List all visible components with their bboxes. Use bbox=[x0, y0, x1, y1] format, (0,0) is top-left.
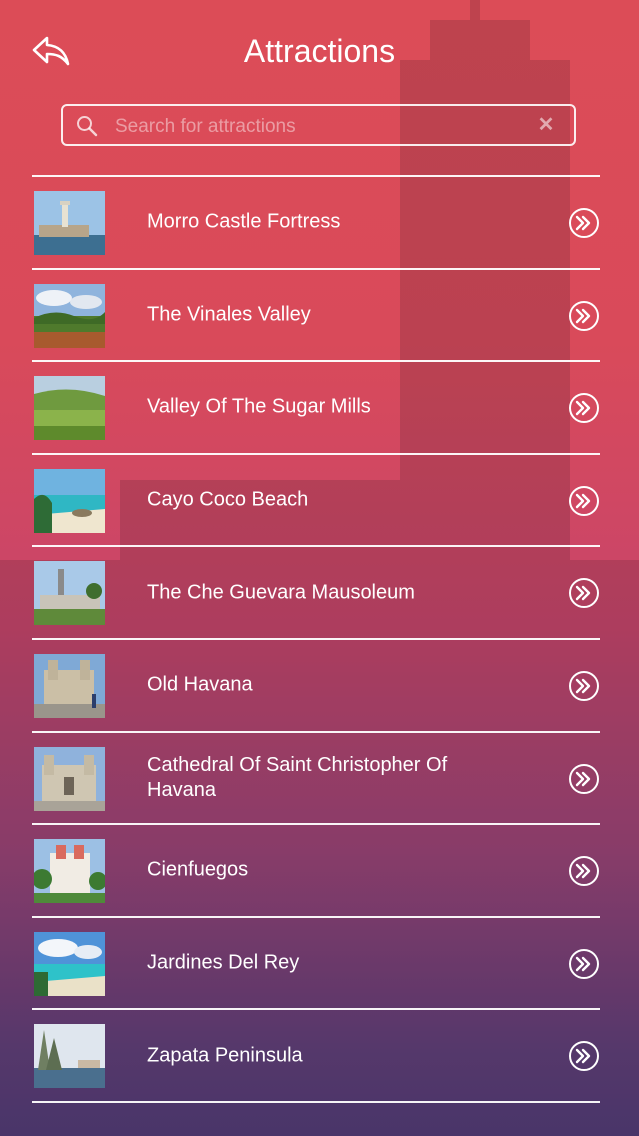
chevron-double-right-icon[interactable] bbox=[568, 670, 600, 702]
attraction-thumbnail bbox=[34, 746, 105, 811]
list-item[interactable]: Cathedral Of Saint Christopher Of Havana bbox=[32, 733, 600, 826]
chevron-double-right-icon[interactable] bbox=[568, 855, 600, 887]
chevron-double-right-icon[interactable] bbox=[568, 763, 600, 795]
page-title: Attractions bbox=[243, 33, 396, 69]
search-icon bbox=[77, 116, 98, 137]
attraction-name: Old Havana bbox=[147, 673, 253, 696]
list-item[interactable]: Jardines Del Rey bbox=[32, 918, 600, 1011]
attractions-screen: Attractions ✕ Morro Castle Fortress bbox=[0, 0, 639, 1136]
attraction-thumbnail bbox=[34, 191, 105, 255]
attraction-name: Morro Castle Fortress bbox=[147, 210, 341, 233]
clear-icon[interactable]: ✕ bbox=[536, 115, 556, 135]
attraction-thumbnail bbox=[34, 931, 105, 996]
chevron-double-right-icon[interactable] bbox=[568, 948, 600, 980]
attraction-name: Cathedral Of Saint Christopher Of Havana bbox=[147, 753, 448, 801]
attraction-thumbnail bbox=[34, 1024, 105, 1089]
chevron-double-right-icon[interactable] bbox=[568, 300, 600, 332]
header-bar: Attractions bbox=[0, 0, 639, 100]
attraction-name: Valley Of The Sugar Mills bbox=[147, 395, 371, 418]
list-item[interactable]: Morro Castle Fortress bbox=[32, 177, 600, 270]
chevron-double-right-icon[interactable] bbox=[568, 485, 600, 517]
attraction-name: Zapata Peninsula bbox=[147, 1044, 303, 1067]
attraction-name: Cayo Coco Beach bbox=[147, 488, 309, 511]
attraction-thumbnail bbox=[34, 376, 105, 441]
list-item[interactable]: The Vinales Valley bbox=[32, 270, 600, 363]
attractions-list: Morro Castle Fortress The Vinales Valley bbox=[32, 175, 600, 1103]
attraction-thumbnail bbox=[34, 839, 105, 904]
search-input[interactable] bbox=[113, 112, 537, 142]
list-item[interactable]: Old Havana bbox=[32, 640, 600, 733]
chevron-double-right-icon[interactable] bbox=[568, 207, 600, 239]
list-item[interactable]: The Che Guevara Mausoleum bbox=[32, 547, 600, 640]
attraction-thumbnail bbox=[34, 561, 105, 626]
chevron-double-right-icon[interactable] bbox=[568, 1040, 600, 1072]
attraction-name: The Vinales Valley bbox=[147, 303, 311, 326]
attraction-thumbnail bbox=[34, 468, 105, 533]
list-item[interactable]: Cienfuegos bbox=[32, 825, 600, 918]
list-item[interactable]: Zapata Peninsula bbox=[32, 1010, 600, 1103]
chevron-double-right-icon[interactable] bbox=[568, 577, 600, 609]
attraction-name: Cienfuegos bbox=[147, 858, 249, 881]
list-item[interactable]: Cayo Coco Beach bbox=[32, 455, 600, 548]
search-bar[interactable]: ✕ bbox=[61, 104, 576, 146]
attraction-name: The Che Guevara Mausoleum bbox=[147, 581, 415, 604]
list-item[interactable]: Valley Of The Sugar Mills bbox=[32, 362, 600, 455]
attraction-thumbnail bbox=[34, 283, 105, 348]
attraction-name: Jardines Del Rey bbox=[147, 951, 300, 974]
attraction-thumbnail bbox=[34, 653, 105, 718]
chevron-double-right-icon[interactable] bbox=[568, 392, 600, 424]
